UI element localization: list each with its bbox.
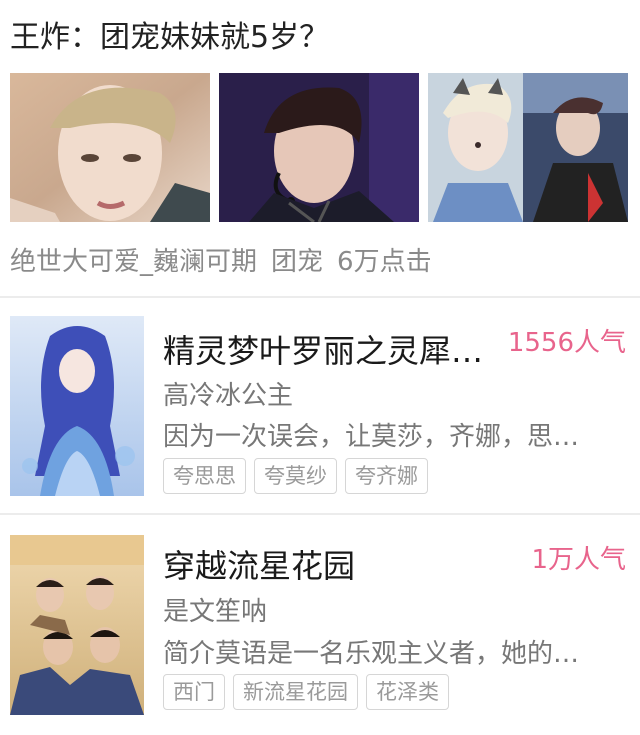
book-cover[interactable]: [10, 535, 144, 715]
book-popularity: 1万人气: [531, 545, 626, 575]
post-thumbnail-1[interactable]: [10, 73, 210, 222]
post-clicks: 6万点击: [337, 247, 432, 277]
book-tag[interactable]: 夸思思: [163, 458, 246, 494]
post-meta: 绝世大可爱_巍澜可期 团宠 6万点击: [10, 241, 446, 278]
book-tag[interactable]: 花泽类: [366, 674, 449, 710]
book-author[interactable]: 高冷冰公主: [163, 375, 293, 412]
stage-performer-photo-icon: [219, 73, 419, 222]
book-item[interactable]: 精灵梦叶罗丽之灵犀… 1556人气 高冷冰公主 因为一次误会，让莫莎，齐娜，思……: [0, 298, 640, 513]
post-thumbnail-2[interactable]: [219, 73, 419, 222]
collage-photo-icon: [428, 73, 628, 222]
book-item[interactable]: 穿越流星花园 1万人气 是文笙呐 简介莫语是一名乐观主义者，她的… 西门 新流星…: [0, 515, 640, 730]
book-tag[interactable]: 夸齐娜: [345, 458, 428, 494]
book-author[interactable]: 是文笙呐: [163, 591, 267, 628]
book-tags: 西门 新流星花园 花泽类: [163, 674, 449, 710]
book-summary: 因为一次误会，让莫莎，齐娜，思…: [163, 422, 580, 452]
book-title[interactable]: 精灵梦叶罗丽之灵犀…: [163, 326, 493, 372]
book-cover[interactable]: [10, 316, 144, 496]
book-tag[interactable]: 夸莫纱: [254, 458, 337, 494]
post-title[interactable]: 王炸：团宠妹妹就5岁？: [10, 12, 329, 56]
group-poster-cover-icon: [10, 535, 144, 715]
book-tags: 夸思思 夸莫纱 夸齐娜: [163, 458, 428, 494]
book-summary: 简介莫语是一名乐观主义者，她的…: [163, 639, 580, 669]
book-popularity: 1556人气: [507, 328, 626, 358]
book-tag[interactable]: 西门: [163, 674, 225, 710]
book-title[interactable]: 穿越流星花园: [163, 541, 493, 587]
post-category[interactable]: 团宠: [271, 247, 323, 277]
anime-girl-cover-icon: [10, 316, 144, 496]
post-thumbnail-3[interactable]: [428, 73, 628, 222]
portrait-photo-icon: [10, 73, 210, 222]
post-author[interactable]: 绝世大可爱_巍澜可期: [10, 247, 257, 277]
book-tag[interactable]: 新流星花园: [233, 674, 358, 710]
